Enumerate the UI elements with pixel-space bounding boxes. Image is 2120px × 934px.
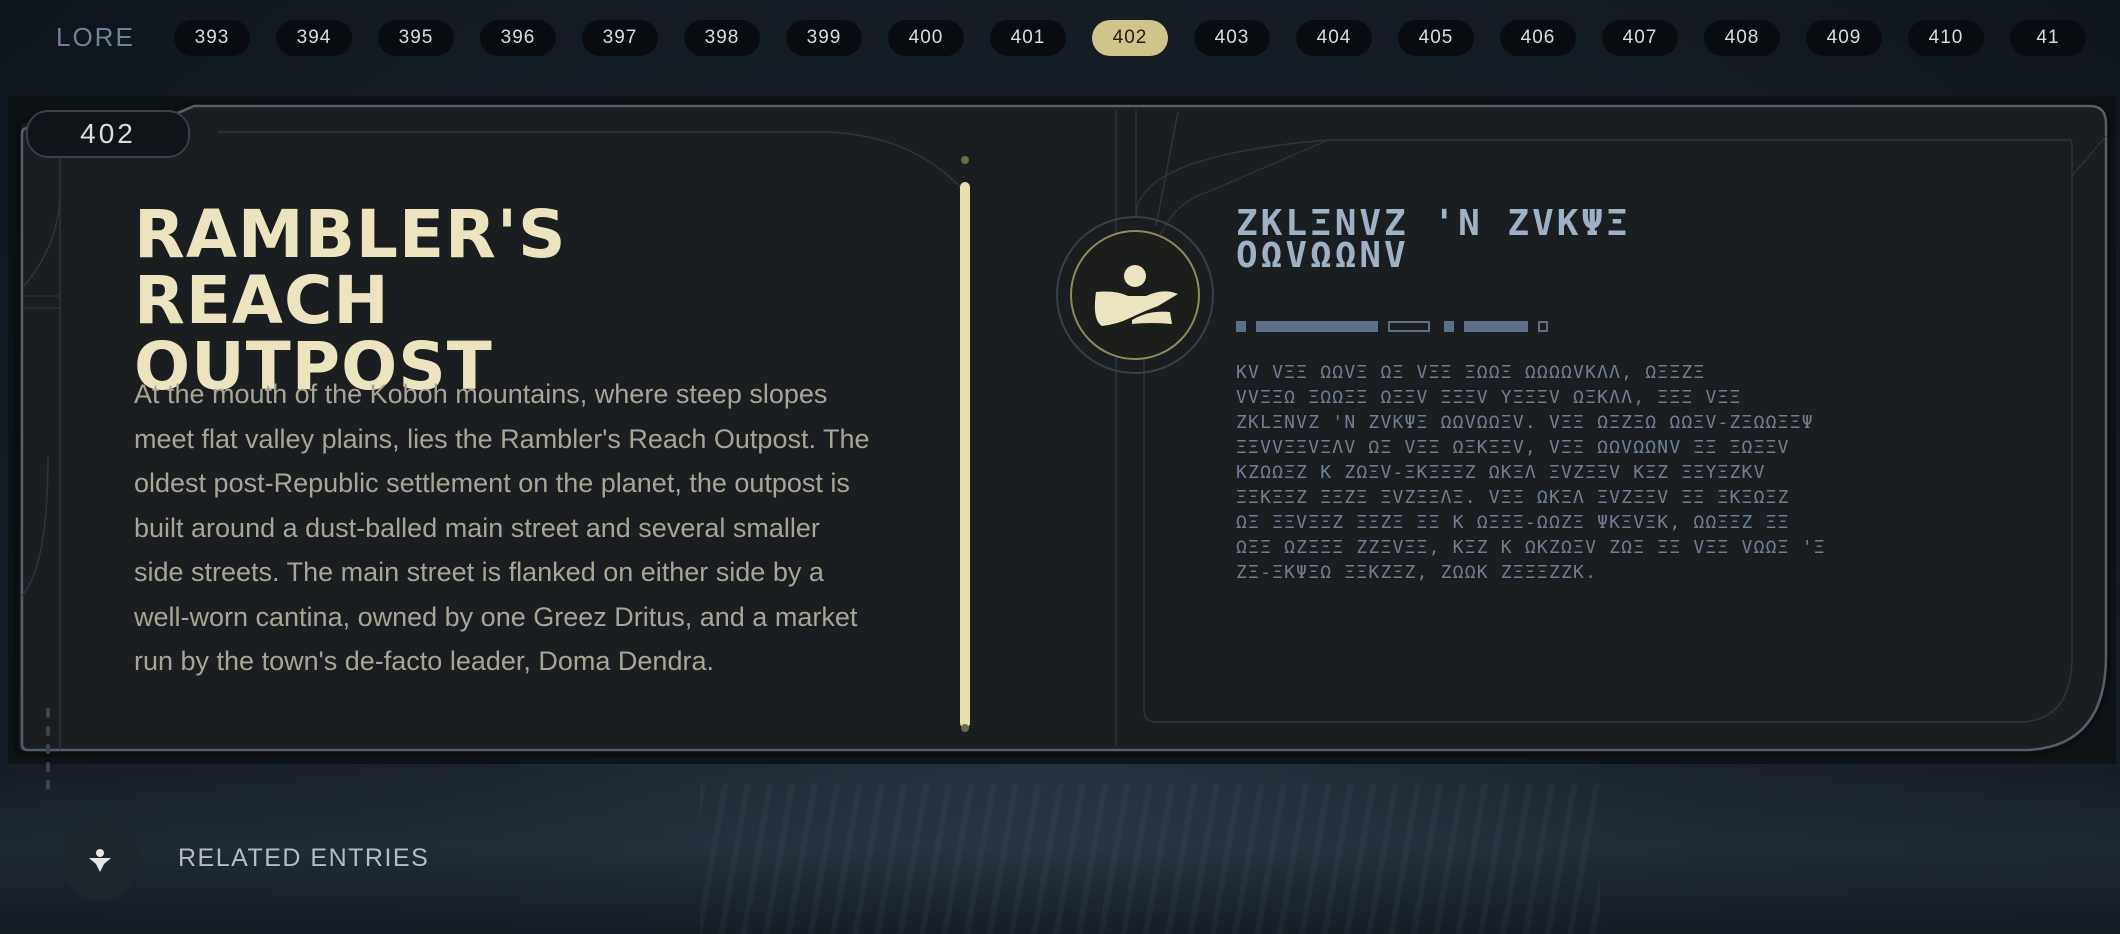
rule-segment	[1388, 321, 1430, 332]
aurebesh-title: ZKLΞNVZ 'N ZVKΨΞ OΩVΩΩNV	[1236, 203, 1631, 276]
tab-395[interactable]: 395	[378, 20, 454, 56]
rule-segment	[1464, 321, 1528, 332]
related-entries-label[interactable]: RELATED ENTRIES	[178, 844, 429, 873]
settlement-icon	[1070, 230, 1200, 360]
aurebesh-body: KV VΞΞ ΩΩVΞ ΩΞ VΞΞ ΞΩΩΞ ΩΩΩΩVKΛΛ, ΩΞΞZΞ …	[1236, 362, 1826, 583]
related-entries-button[interactable]	[60, 820, 140, 900]
tab-403[interactable]: 403	[1194, 20, 1270, 56]
tab-407[interactable]: 407	[1602, 20, 1678, 56]
lore-figure-icon	[89, 849, 111, 872]
tab-409[interactable]: 409	[1806, 20, 1882, 56]
tab-400[interactable]: 400	[888, 20, 964, 56]
tab-397[interactable]: 397	[582, 20, 658, 56]
tab-398[interactable]: 398	[684, 20, 760, 56]
tab-410[interactable]: 410	[1908, 20, 1984, 56]
divider-bottom-dot	[961, 724, 969, 732]
scroll-indicator	[46, 708, 50, 798]
tab-404[interactable]: 404	[1296, 20, 1372, 56]
tab-394[interactable]: 394	[276, 20, 352, 56]
background-streaks	[700, 784, 1600, 934]
tab-406[interactable]: 406	[1500, 20, 1576, 56]
divider-top-dot	[961, 156, 969, 164]
rule-segment	[1256, 321, 1378, 332]
entry-body: At the mouth of the Koboh mountains, whe…	[134, 379, 870, 676]
vertical-divider	[960, 182, 970, 728]
rule-segment	[1444, 321, 1454, 332]
tab-405[interactable]: 405	[1398, 20, 1474, 56]
lore-entry-nav: LORE 393 394 395 396 397 398 399 400 401 402 403 40…	[0, 0, 2120, 76]
tab-408[interactable]: 408	[1704, 20, 1780, 56]
tab-401[interactable]: 401	[990, 20, 1066, 56]
lore-entry-panel: 402 RAMBLER'S REACH OUTPOST At the mouth…	[8, 96, 2116, 790]
rule-segment	[1538, 321, 1548, 332]
section-label: LORE	[56, 22, 135, 52]
tab-402[interactable]: 402	[1092, 20, 1168, 56]
tab-396[interactable]: 396	[480, 20, 556, 56]
rule-segment	[1236, 321, 1246, 332]
entry-number-badge: 402	[26, 110, 190, 158]
tab-41[interactable]: 41	[2010, 20, 2086, 56]
tab-399[interactable]: 399	[786, 20, 862, 56]
tab-393[interactable]: 393	[174, 20, 250, 56]
entry-title: RAMBLER'S REACH OUTPOST	[134, 196, 567, 405]
